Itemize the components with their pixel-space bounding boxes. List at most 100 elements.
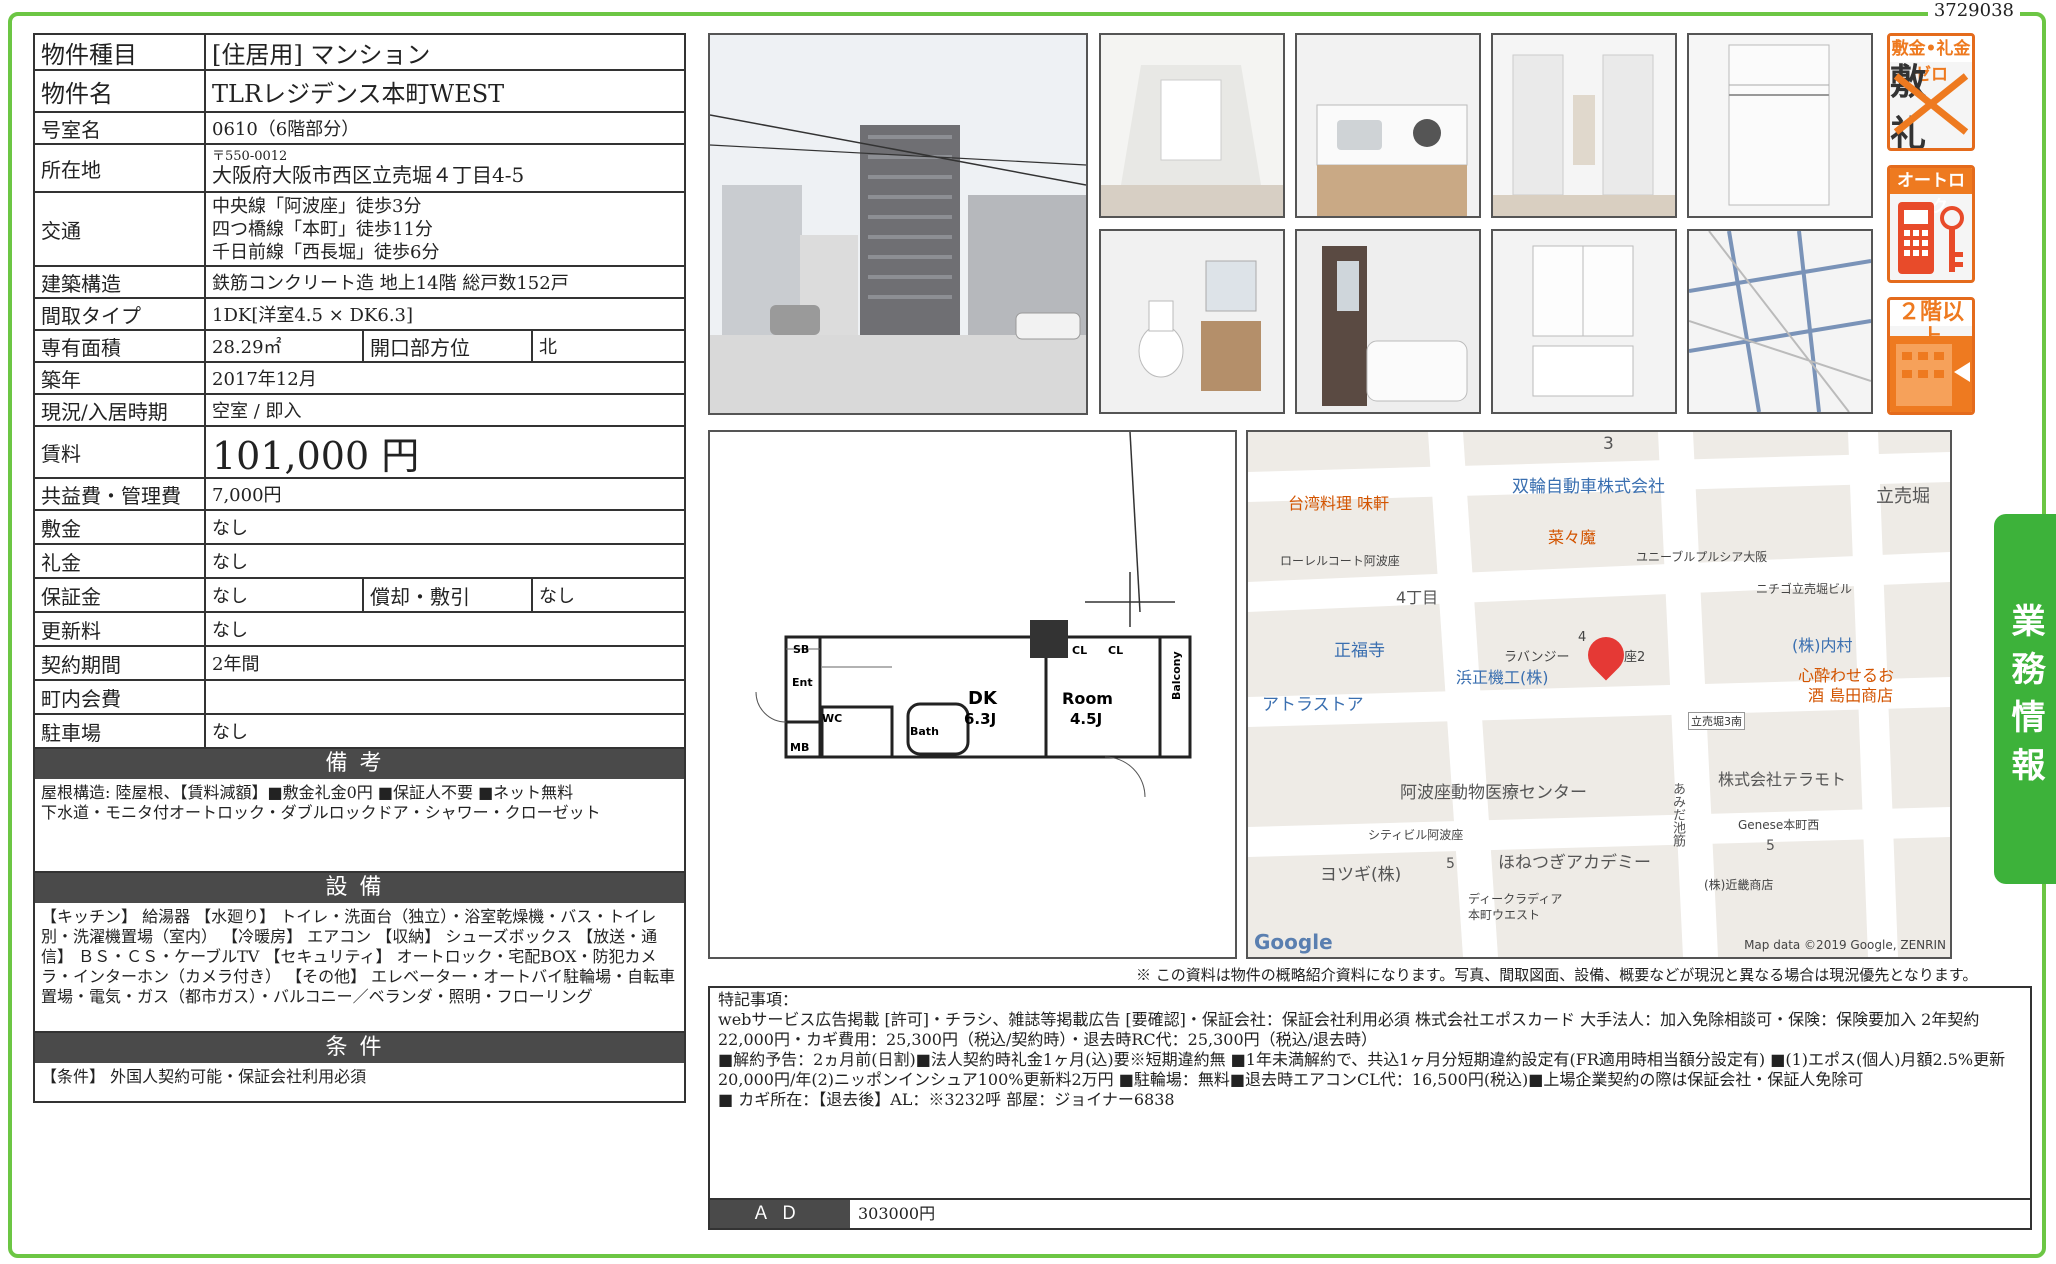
value: 2年間	[212, 654, 260, 675]
remarks-header: 備考	[35, 749, 684, 779]
label: 共益費・管理費	[35, 479, 206, 509]
row-area: 専有面積 28.29㎡ 開口部方位 北	[35, 331, 684, 363]
map-label: 台湾料理 味軒	[1288, 494, 1390, 513]
label: 専有面積	[35, 331, 206, 361]
interior-photo-kitchen[interactable]	[1295, 33, 1481, 218]
map-label: (株)内村	[1792, 636, 1853, 655]
conditions-header: 条件	[35, 1033, 684, 1063]
conditions-text: 【条件】 外国人契約可能・保証会社利用必須	[35, 1063, 684, 1103]
label: 礼金	[35, 545, 206, 577]
row-rent: 賃料 101,000 円	[35, 427, 684, 479]
area-map-thumbnail[interactable]	[1687, 229, 1873, 414]
map-label: 立売堀	[1876, 486, 1930, 507]
label: 駐車場	[35, 715, 206, 747]
sub-label: 開口部方位	[362, 331, 533, 361]
mb-label: MB	[790, 741, 809, 754]
transport-line: 千日前線「西長堀」徒歩6分	[212, 241, 440, 263]
cross-icon	[1893, 73, 1969, 135]
label: 保証金	[35, 579, 206, 611]
autolock-icon	[1898, 202, 1964, 274]
value	[206, 681, 684, 713]
value: なし	[212, 620, 248, 641]
row-transport: 交通 中央線「阿波座」徒歩3分 四つ橋線「本町」徒歩11分 千日前線「西長堀」徒…	[35, 193, 684, 267]
business-info-tab[interactable]: 業務情報	[1994, 514, 2056, 884]
map-label: 5	[1446, 856, 1455, 872]
label: 号室名	[35, 113, 206, 143]
row-deposit: 保証金 なし 償却・敷引 なし	[35, 579, 684, 613]
row-renewal-fee: 更新料 なし	[35, 613, 684, 647]
label: 交通	[35, 193, 206, 265]
map-attribution: Map data ©2019 Google, ZENRIN	[1744, 938, 1946, 952]
bath-label: Bath	[910, 725, 939, 738]
map-label: ヨツギ(株)	[1320, 865, 1402, 885]
postal-code: 〒550-0012	[212, 149, 288, 164]
sub-value: 北	[539, 337, 557, 358]
row-layout: 間取タイプ 1DK[洋室4.5 × DK6.3]	[35, 299, 684, 331]
area-map-image	[1689, 231, 1871, 412]
row-property-name: 物件名 TLRレジデンス本町WEST	[35, 71, 684, 113]
room-image	[1101, 35, 1283, 216]
map-label: シティビル阿波座	[1368, 828, 1464, 842]
second-floor-caption: ２階以上	[1890, 300, 1972, 351]
exterior-photo[interactable]	[708, 33, 1088, 415]
hallway-image	[1493, 35, 1675, 216]
interior-photo-hallway[interactable]	[1491, 33, 1677, 218]
interior-photo-toilet[interactable]	[1099, 229, 1285, 414]
facilities-text: 【キッチン】 給湯器 【水廻り】 トイレ・洗面台（独立）・浴室乾燥機・バス・トイ…	[35, 903, 684, 1033]
label: 更新料	[35, 613, 206, 645]
notes-text: 特記事項： webサービス広告掲載 [許可]・チラシ、雑誌等掲載広告 [要確認]…	[718, 990, 2006, 1109]
row-room-no: 号室名 0610（6階部分）	[35, 113, 684, 145]
map-label: 座2	[1624, 650, 1646, 665]
row-common-fee: 共益費・管理費 7,000円	[35, 479, 684, 511]
map-label: 株式会社テラモト	[1718, 770, 1847, 789]
map-label: 双輪自動車株式会社	[1512, 477, 1665, 497]
map-label: Genese本町西	[1738, 818, 1820, 832]
label: 所在地	[35, 145, 206, 191]
value: 7,000円	[212, 485, 282, 506]
ad-label: ＡＤ	[710, 1200, 850, 1228]
map-label: 本町ウエスト	[1468, 908, 1541, 922]
map-label: あみだ池筋	[1670, 782, 1685, 847]
interior-photo-room[interactable]	[1099, 33, 1285, 218]
value: 28.29㎡	[212, 337, 282, 358]
document-id: 3729038	[1927, 0, 2020, 21]
row-status: 現況/入居時期 空室 / 即入	[35, 395, 684, 427]
value: 2017年12月	[212, 369, 317, 390]
interior-photo-washroom[interactable]	[1491, 229, 1677, 414]
row-structure: 建築構造 鉄筋コンクリート造 地上14階 総戸数152戸	[35, 267, 684, 299]
label: 物件種目	[35, 35, 206, 69]
location-map[interactable]: 3 双輪自動車株式会社 立売堀 台湾料理 味軒 菜々魔 ローレルコート阿波座 ユ…	[1246, 430, 1952, 959]
autolock-badge: オートロック	[1887, 165, 1975, 283]
address-value: 大阪府大阪市西区立売堀４丁目4-5	[212, 163, 525, 187]
sub-value: なし	[539, 586, 575, 607]
interior-photo-closet[interactable]	[1687, 33, 1873, 218]
interior-photo-bathroom[interactable]	[1295, 229, 1481, 414]
side-tab-label: 業務情報	[2005, 603, 2045, 795]
ent-label: Ent	[792, 676, 813, 689]
facilities-header: 設備	[35, 873, 684, 903]
dk-size: 6.3J	[964, 710, 996, 728]
cl-label: CL	[1108, 644, 1123, 657]
kitchen-image	[1297, 35, 1479, 216]
row-town-fee: 町内会費	[35, 681, 684, 715]
value: 空室 / 即入	[212, 401, 302, 422]
value: 鉄筋コンクリート造 地上14階 総戸数152戸	[212, 273, 569, 294]
building-image	[710, 35, 1086, 413]
map-label: アトラストア	[1262, 695, 1364, 715]
autolock-caption: オートロック	[1890, 168, 1972, 217]
label: 賃料	[35, 427, 206, 477]
map-label: 立売堀3南	[1688, 712, 1745, 730]
transport-line: 中央線「阿波座」徒歩3分	[212, 195, 422, 217]
map-label: 正福寺	[1334, 641, 1385, 661]
label: 現況/入居時期	[35, 395, 206, 425]
rent-value: 101,000 円	[212, 433, 420, 478]
room-size: 4.5J	[1070, 710, 1102, 728]
label: 町内会費	[35, 681, 206, 713]
floor-plan[interactable]: SB Ent WC Bath MB CL CL DK 6.3J Room 4.5…	[708, 430, 1237, 959]
map-label: 酒 島田商店	[1808, 686, 1894, 705]
row-shikikin: 敷金 なし	[35, 511, 684, 545]
value: [住居用] マンション	[212, 40, 431, 69]
value: なし	[212, 722, 248, 743]
map-label: 阿波座動物医療センター	[1400, 783, 1587, 803]
label: 契約期間	[35, 647, 206, 679]
